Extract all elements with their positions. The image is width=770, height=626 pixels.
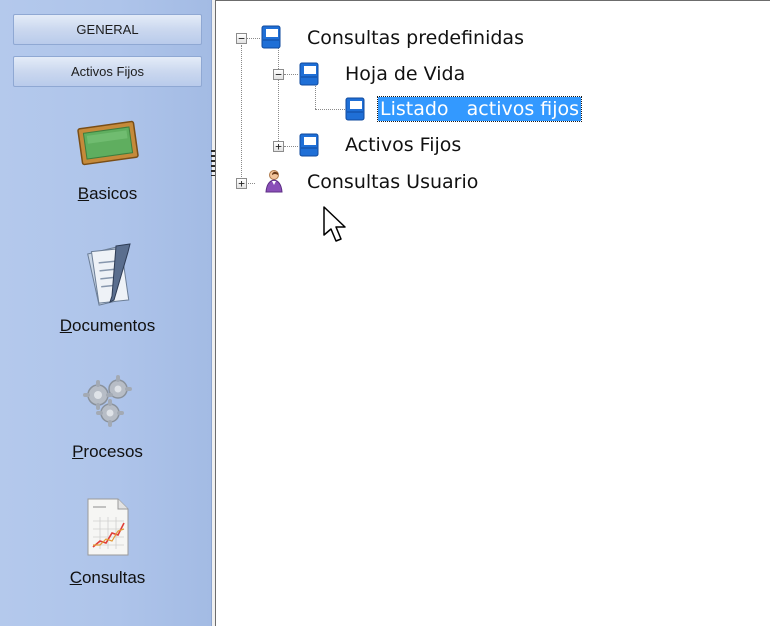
notebook-icon	[299, 62, 319, 86]
tree-node-label-selected[interactable]: Listado activos fijos	[376, 96, 583, 122]
collapse-toggle[interactable]: −	[273, 69, 284, 80]
tree-view[interactable]: − Consultas predefinidas − Hoja de Vida …	[215, 0, 770, 626]
chart-report-icon	[70, 492, 146, 562]
tree-node-label[interactable]: Activos Fijos	[345, 133, 461, 157]
nav-item-documentos[interactable]: Documentos	[13, 240, 202, 350]
tree-connector	[246, 38, 260, 39]
notebook-icon	[261, 25, 281, 49]
nav-label-basicos: Basicos	[77, 184, 138, 203]
tree-connector	[278, 45, 279, 145]
gears-icon	[70, 366, 146, 436]
collapse-toggle[interactable]: −	[236, 33, 247, 44]
tree-node-label[interactable]: Consultas Usuario	[307, 170, 478, 194]
nav-item-basicos[interactable]: Basicos	[13, 108, 202, 218]
tree-connector	[241, 45, 242, 183]
nav-label-procesos: Procesos	[72, 442, 143, 461]
navigation-sidebar: GENERAL Activos Fijos Basicos Documentos…	[0, 0, 212, 626]
nav-label-documentos: Documentos	[59, 316, 156, 335]
nav-item-procesos[interactable]: Procesos	[13, 366, 202, 476]
tree-node-label[interactable]: Consultas predefinidas	[307, 26, 524, 50]
notebook-icon	[299, 133, 319, 157]
tree-connector	[315, 109, 345, 110]
tree-connector	[284, 74, 298, 75]
user-icon	[265, 170, 283, 193]
expand-toggle[interactable]: +	[236, 178, 247, 189]
documents-icon	[70, 240, 146, 310]
chalkboard-icon	[70, 108, 146, 178]
mouse-cursor-icon	[323, 206, 346, 242]
group-button-activos-fijos[interactable]: Activos Fijos	[13, 56, 202, 87]
nav-label-consultas: Consultas	[69, 568, 146, 587]
tree-node-label[interactable]: Hoja de Vida	[345, 62, 465, 86]
group-button-general[interactable]: GENERAL	[13, 14, 202, 45]
tree-connector	[284, 146, 298, 147]
notebook-icon	[345, 97, 365, 121]
expand-toggle[interactable]: +	[273, 141, 284, 152]
nav-item-consultas[interactable]: Consultas	[13, 492, 202, 602]
